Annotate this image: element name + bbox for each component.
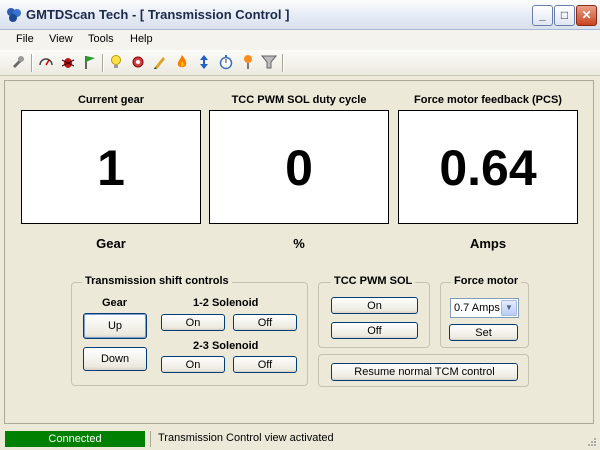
force-motor-set-button[interactable]: Set <box>449 324 518 341</box>
minimize-icon: _ <box>539 8 546 22</box>
gear-up-button[interactable]: Up <box>83 313 147 339</box>
solenoid-2-3-off-button[interactable]: Off <box>233 356 297 373</box>
gear-down-button[interactable]: Down <box>83 347 147 371</box>
current-gear-value: 1 <box>97 140 125 196</box>
chevron-down-icon[interactable]: ▼ <box>501 300 517 316</box>
pin-icon[interactable] <box>240 54 256 70</box>
resume-tcm-control-button[interactable]: Resume normal TCM control <box>331 363 518 381</box>
maximize-icon: □ <box>560 8 569 22</box>
app-window: GMTDScan Tech - [ Transmission Control ]… <box>0 0 600 450</box>
status-message: Transmission Control view activated <box>158 432 334 444</box>
tcc-duty-cycle-value: 0 <box>285 140 313 196</box>
force-motor-amps-select[interactable]: 0.7 Amps ▼ <box>450 298 519 318</box>
scan-tool-icon[interactable] <box>10 54 26 70</box>
stopwatch-icon[interactable] <box>218 54 234 70</box>
resize-grip-icon[interactable] <box>587 437 597 447</box>
tcc-off-button[interactable]: Off <box>331 322 418 339</box>
solenoid-1-2-label: 1-2 Solenoid <box>193 297 259 309</box>
toolbar-separator <box>31 54 33 72</box>
toolbar <box>0 50 600 76</box>
pencil-icon[interactable] <box>152 54 168 70</box>
solenoid-1-2-on-button[interactable]: On <box>161 314 225 331</box>
flag-icon[interactable] <box>82 54 98 70</box>
force-motor-amps-value: 0.7 Amps <box>454 302 500 314</box>
close-icon: ✕ <box>581 8 592 22</box>
toolbar-separator <box>282 54 284 72</box>
minimize-button[interactable]: _ <box>532 5 553 26</box>
tcc-duty-cycle-title: TCC PWM SOL duty cycle <box>231 94 367 106</box>
flame-icon[interactable] <box>174 54 190 70</box>
close-button[interactable]: ✕ <box>576 5 597 26</box>
window-title: GMTDScan Tech - [ Transmission Control ] <box>26 7 290 22</box>
solenoid-2-3-on-button[interactable]: On <box>161 356 225 373</box>
toolbar-separator <box>102 54 104 72</box>
current-gear-display: 1 <box>21 110 201 224</box>
current-gear-unit: Gear <box>96 236 126 251</box>
solenoid-2-3-label: 2-3 Solenoid <box>193 340 259 352</box>
shift-controls-title: Transmission shift controls <box>82 275 232 287</box>
filter-icon[interactable] <box>261 54 277 70</box>
up-down-arrows-icon[interactable] <box>196 54 212 70</box>
gear-label: Gear <box>102 297 128 309</box>
title-bar: GMTDScan Tech - [ Transmission Control ]… <box>0 0 600 30</box>
force-motor-feedback-display: 0.64 <box>398 110 578 224</box>
force-motor-feedback-unit: Amps <box>469 236 507 251</box>
menu-file[interactable]: File <box>16 33 34 45</box>
gear-settings-icon[interactable] <box>130 54 146 70</box>
menu-tools[interactable]: Tools <box>88 33 114 45</box>
bug-icon[interactable] <box>60 54 76 70</box>
tcc-pwm-sol-title: TCC PWM SOL <box>331 275 416 287</box>
gauge-icon[interactable] <box>38 54 54 70</box>
force-motor-title: Force motor <box>451 275 522 287</box>
menu-bar: File View Tools Help <box>0 30 600 50</box>
force-motor-feedback-title: Force motor feedback (PCS) <box>414 94 562 106</box>
tcc-on-button[interactable]: On <box>331 297 418 314</box>
lightbulb-icon[interactable] <box>108 54 124 70</box>
status-separator <box>150 431 151 447</box>
menu-view[interactable]: View <box>49 33 73 45</box>
solenoid-1-2-off-button[interactable]: Off <box>233 314 297 331</box>
status-bar: Connected Transmission Control view acti… <box>0 428 600 450</box>
force-motor-feedback-value: 0.64 <box>439 140 537 196</box>
maximize-button[interactable]: □ <box>554 5 575 26</box>
current-gear-title: Current gear <box>77 94 145 106</box>
tcc-duty-cycle-unit: % <box>293 236 305 251</box>
menu-help[interactable]: Help <box>130 33 153 45</box>
connection-status: Connected <box>5 431 145 447</box>
tcc-duty-cycle-display: 0 <box>209 110 389 224</box>
app-logo-icon <box>7 8 21 22</box>
